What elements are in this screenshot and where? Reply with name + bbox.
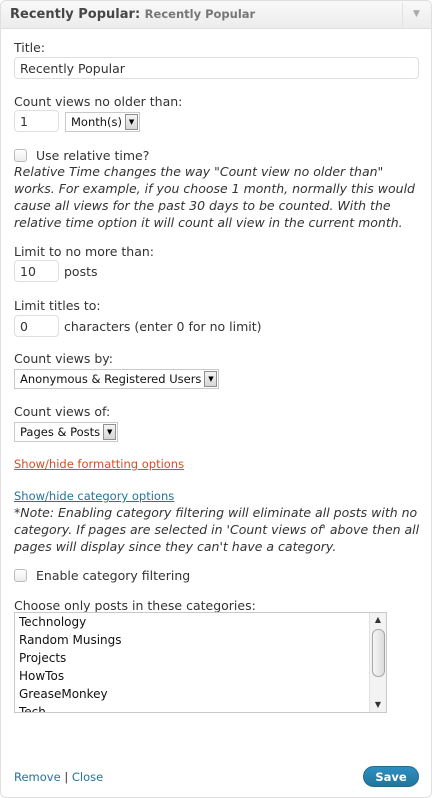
limit-suffix: posts [64, 264, 98, 279]
scroll-thumb[interactable] [372, 629, 385, 677]
categories-listbox[interactable]: Technology Random Musings Projects HowTo… [14, 612, 387, 713]
count-by-label: Count views by: [14, 351, 113, 366]
relative-time-row: Use relative time? [14, 148, 149, 163]
count-of-label: Count views of: [14, 404, 111, 419]
close-link[interactable]: Close [72, 770, 103, 784]
relative-time-checkbox[interactable] [14, 149, 27, 162]
count-of-select[interactable]: Pages & Posts ▼ [14, 422, 119, 442]
title-input[interactable] [14, 57, 419, 79]
widget-header[interactable]: Recently Popular: Recently Popular ▼ [1, 1, 431, 29]
save-button[interactable]: Save [363, 766, 419, 787]
category-option[interactable]: HowTos [15, 667, 386, 685]
category-option[interactable]: GreaseMonkey [15, 685, 386, 703]
count-age-input[interactable] [14, 110, 59, 132]
dropdown-arrow-icon: ▼ [103, 424, 117, 440]
limit-label: Limit to no more than: [14, 244, 154, 259]
title-length-label: Limit titles to: [14, 298, 101, 313]
count-age-label: Count views no older than: [14, 94, 183, 109]
count-unit-value: Month(s) [71, 115, 123, 129]
category-option[interactable]: Random Musings [15, 631, 386, 649]
count-by-value: Anonymous & Registered Users [20, 372, 202, 386]
remove-link[interactable]: Remove [14, 770, 61, 784]
title-length-suffix: characters (enter 0 for no limit) [64, 319, 262, 334]
categories-label: Choose only posts in these categories: [14, 598, 256, 613]
dropdown-arrow-icon: ▼ [204, 371, 218, 387]
category-option[interactable]: Tech [15, 703, 386, 712]
scroll-down-icon[interactable]: ▼ [370, 698, 386, 712]
enable-filter-checkbox[interactable] [14, 569, 27, 582]
title-length-input[interactable] [14, 315, 59, 337]
category-options-link[interactable]: Show/hide category options [14, 489, 174, 503]
widget-title-main: Recently Popular [10, 7, 135, 22]
relative-time-note: Relative Time changes the way "Count vie… [14, 164, 415, 230]
title-label: Title: [14, 40, 45, 55]
widget-title-separator: : [134, 7, 141, 22]
count-unit-select[interactable]: Month(s) ▼ [65, 112, 141, 132]
widget-footer-links: Remove | Close [14, 770, 103, 784]
formatting-options-link[interactable]: Show/hide formatting options [14, 457, 184, 471]
count-of-value: Pages & Posts [20, 425, 101, 439]
limit-input[interactable] [14, 260, 59, 282]
dropdown-arrow-icon: ▼ [125, 114, 139, 130]
scroll-up-icon[interactable]: ▲ [370, 613, 386, 627]
enable-filter-label: Enable category filtering [36, 568, 191, 583]
count-by-select[interactable]: Anonymous & Registered Users ▼ [14, 369, 220, 389]
category-option[interactable]: Technology [15, 613, 386, 631]
widget-title: Recently Popular: Recently Popular [10, 7, 255, 22]
enable-filter-row: Enable category filtering [14, 568, 190, 583]
footer-separator: | [64, 770, 69, 784]
widget-panel: Recently Popular: Recently Popular ▼ Tit… [0, 0, 432, 798]
category-note: *Note: Enabling category filtering will … [14, 505, 420, 554]
listbox-scrollbar[interactable]: ▲ ▼ [369, 613, 386, 712]
widget-title-sub: Recently Popular [144, 7, 256, 21]
category-option[interactable]: Projects [15, 649, 386, 667]
collapse-toggle-icon[interactable]: ▼ [402, 2, 430, 27]
relative-time-label: Use relative time? [36, 148, 150, 163]
